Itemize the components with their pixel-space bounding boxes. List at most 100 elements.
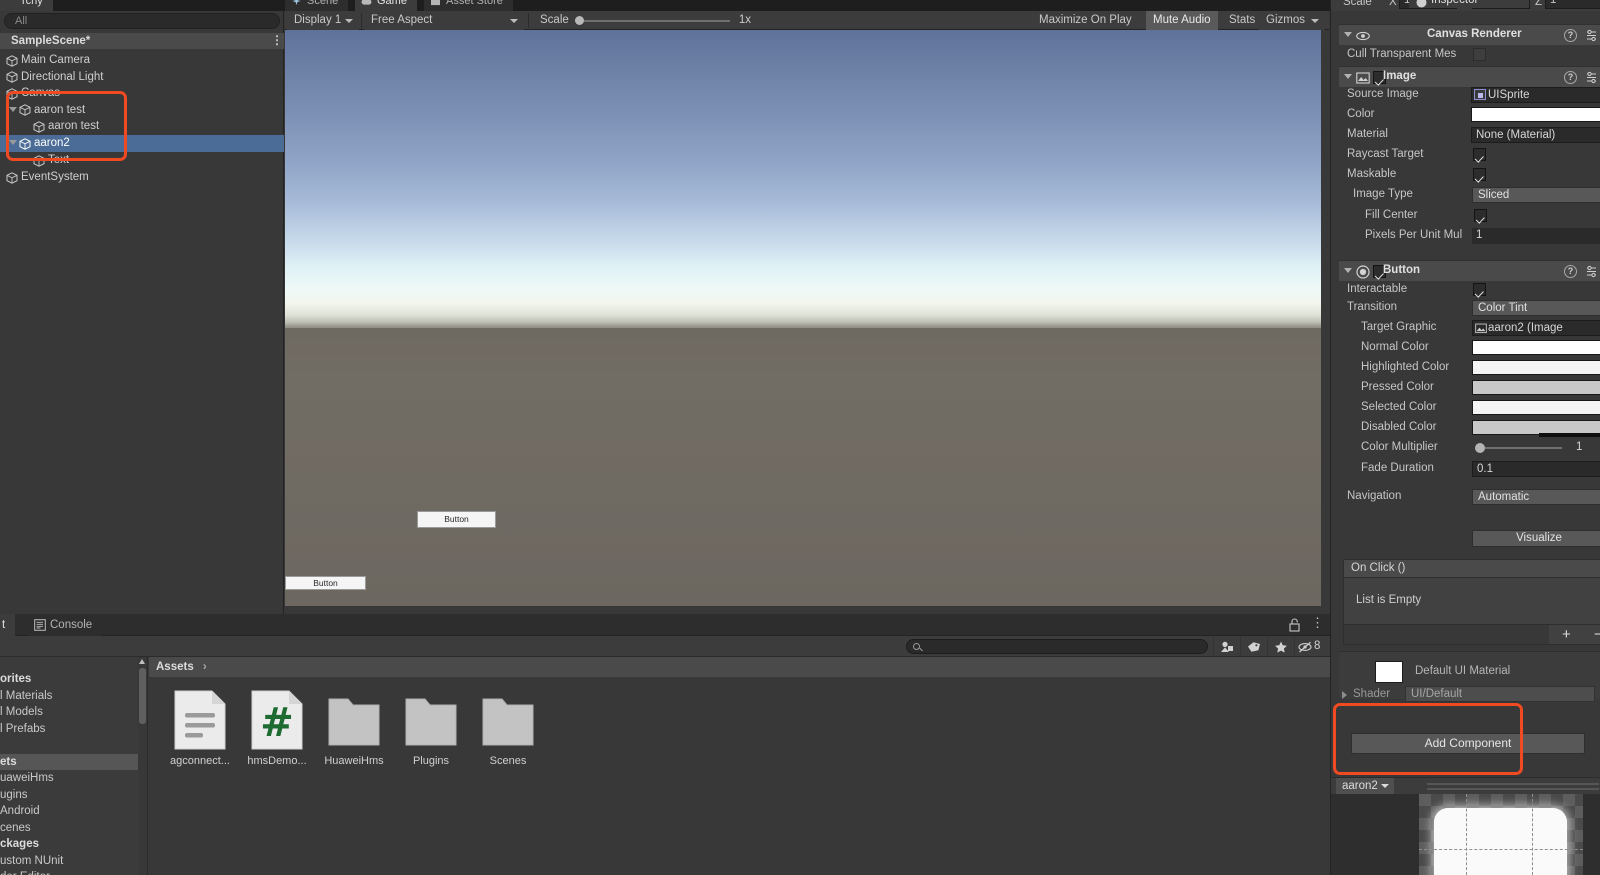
project-tree-scrollbar[interactable] — [138, 657, 147, 875]
target-graphic-field[interactable]: aaron2 (Image — [1472, 320, 1600, 336]
color-multiplier-slider-knob[interactable] — [1475, 443, 1485, 453]
image-type-dropdown[interactable]: Sliced — [1472, 187, 1600, 203]
hierarchy-scene-header[interactable]: SampleScene* ⋮ — [0, 33, 284, 49]
project-tree-scroll-thumb[interactable] — [139, 668, 146, 724]
mute-audio-button[interactable]: Mute Audio — [1146, 11, 1218, 30]
foldout-expanded-icon[interactable] — [9, 139, 18, 148]
foldout-collapsed-icon[interactable] — [1342, 691, 1347, 699]
interactable-checkbox[interactable] — [1473, 283, 1486, 296]
tab-hierarchy[interactable]: rchy — [0, 0, 53, 11]
scale-z-field[interactable]: 1 — [1545, 0, 1600, 9]
image-color-swatch[interactable] — [1471, 107, 1600, 122]
selected-color-swatch[interactable] — [1472, 400, 1600, 415]
tab-game[interactable]: Game — [355, 0, 417, 11]
help-icon[interactable]: ? — [1564, 265, 1577, 278]
on-click-header[interactable]: On Click () — [1343, 559, 1600, 578]
display-dropdown[interactable]: Display 1 — [287, 11, 359, 30]
image-material-field[interactable]: None (Material) — [1471, 127, 1600, 143]
project-tree-item-all-models[interactable]: l Models — [0, 704, 147, 721]
pixels-per-unit-field[interactable]: 1 — [1472, 228, 1600, 244]
filter-by-type-button[interactable] — [1213, 637, 1240, 656]
tab-scene[interactable]: Scene — [285, 0, 349, 11]
gizmos-dropdown[interactable]: Gizmos — [1259, 11, 1325, 30]
visualize-button[interactable]: Visualize — [1472, 530, 1600, 547]
game-view-render[interactable]: Button Button — [285, 30, 1321, 614]
project-search-input[interactable] — [906, 639, 1208, 654]
normal-color-swatch[interactable] — [1472, 340, 1600, 355]
navigation-dropdown[interactable]: Automatic — [1472, 489, 1600, 505]
project-tree-item-packages[interactable]: ckages — [0, 836, 147, 853]
hierarchy-item-aaron2[interactable]: aaron2 — [0, 135, 284, 152]
on-click-list-body[interactable]: List is Empty — [1343, 578, 1600, 625]
raycast-target-checkbox[interactable] — [1473, 148, 1486, 161]
maximize-on-play-button[interactable]: Maximize On Play — [1032, 11, 1139, 30]
color-multiplier-slider-track[interactable] — [1477, 447, 1562, 449]
preview-object-dropdown[interactable]: aaron2 — [1336, 778, 1394, 795]
preset-icon[interactable] — [1585, 29, 1598, 42]
foldout-expanded-icon[interactable] — [1344, 268, 1352, 273]
project-tree-item-assets[interactable]: ets — [0, 753, 147, 770]
add-event-button[interactable]: + — [1562, 626, 1571, 643]
fade-duration-field[interactable]: 0.1 — [1472, 461, 1600, 477]
scene-context-menu-icon[interactable]: ⋮ — [271, 34, 283, 48]
hidden-items-button[interactable]: 8 — [1294, 637, 1330, 656]
hierarchy-item-main-camera[interactable]: Main Camera — [0, 52, 284, 69]
button-component-header[interactable]: Button ? — [1339, 260, 1600, 281]
project-tree-item-favorites[interactable]: orites — [0, 671, 147, 688]
preset-icon[interactable] — [1585, 265, 1598, 278]
tab-inspector[interactable]: Inspector — [1409, 0, 1529, 8]
project-tree-item-android[interactable]: Android — [0, 803, 147, 820]
project-tree-item-all-materials[interactable]: l Materials — [0, 688, 147, 705]
lock-icon[interactable] — [1288, 618, 1301, 632]
filter-favorites-button[interactable] — [1267, 637, 1294, 656]
project-tree-item-custom-nunit[interactable]: ustom NUnit — [0, 853, 147, 870]
transition-dropdown[interactable]: Color Tint — [1472, 300, 1600, 316]
pressed-color-swatch[interactable] — [1472, 380, 1600, 395]
canvas-renderer-header[interactable]: Canvas Renderer ? — [1339, 24, 1600, 45]
shader-dropdown[interactable]: UI/Default — [1405, 686, 1595, 702]
tab-asset-store[interactable]: Asset Store — [424, 0, 513, 11]
filter-by-label-button[interactable] — [1240, 637, 1267, 656]
tab-console[interactable]: Console — [28, 614, 103, 636]
breadcrumb-assets[interactable]: Assets — [156, 661, 194, 673]
project-tree-item-plugins[interactable]: ugins — [0, 787, 147, 804]
hierarchy-item-canvas[interactable]: Canvas — [0, 85, 284, 102]
game-ui-button-2[interactable]: Button — [285, 576, 366, 590]
highlighted-color-swatch[interactable] — [1472, 360, 1600, 375]
tab-project[interactable]: t — [0, 614, 16, 636]
scale-slider-track[interactable] — [575, 20, 730, 22]
scale-slider-knob[interactable] — [575, 16, 584, 25]
game-ui-button-1[interactable]: Button — [417, 511, 496, 528]
project-context-menu-icon[interactable]: ⋮ — [1311, 616, 1324, 629]
fill-center-checkbox[interactable] — [1474, 209, 1487, 222]
scroll-up-arrow-icon[interactable] — [139, 658, 146, 665]
sprite-preview-area[interactable] — [1331, 794, 1600, 875]
foldout-expanded-icon[interactable] — [1344, 74, 1352, 79]
game-view-horizontal-scrollbar[interactable] — [285, 606, 1321, 614]
add-component-button[interactable]: Add Component — [1351, 733, 1585, 754]
project-tree-item-scenes[interactable]: cenes — [0, 820, 147, 837]
hierarchy-item-text[interactable]: Text — [0, 152, 284, 169]
cull-transparent-checkbox[interactable] — [1473, 48, 1486, 61]
image-component-header[interactable]: Image ? — [1339, 66, 1600, 87]
source-image-field[interactable]: UISprite — [1471, 87, 1600, 103]
color-multiplier-field[interactable]: 1 — [1572, 440, 1600, 456]
aspect-dropdown[interactable]: Free Aspect — [364, 11, 524, 30]
hierarchy-item-aaron-test-parent[interactable]: aaron test — [0, 102, 284, 119]
hierarchy-item-aaron-test-child[interactable]: aaron test — [0, 118, 284, 135]
hierarchy-item-directional-light[interactable]: Directional Light — [0, 69, 284, 86]
remove-event-button[interactable]: − — [1594, 626, 1600, 643]
help-icon[interactable]: ? — [1564, 29, 1577, 42]
foldout-expanded-icon[interactable] — [1344, 32, 1352, 37]
hierarchy-search-input[interactable]: All — [4, 13, 280, 29]
project-tree-item-huaweihms[interactable]: uaweiHms — [0, 770, 147, 787]
maskable-checkbox[interactable] — [1473, 168, 1486, 181]
stats-button[interactable]: Stats — [1222, 11, 1262, 30]
help-icon[interactable]: ? — [1564, 71, 1577, 84]
foldout-expanded-icon[interactable] — [9, 106, 18, 115]
game-view-vertical-scrollbar[interactable] — [1321, 30, 1329, 614]
breadcrumb[interactable]: Assets › — [149, 657, 1330, 677]
hierarchy-item-eventsystem[interactable]: EventSystem — [0, 169, 284, 186]
project-tree-item-shader-editor[interactable]: der Editor — [0, 869, 147, 875]
project-tree-item-all-prefabs[interactable]: l Prefabs — [0, 721, 147, 738]
